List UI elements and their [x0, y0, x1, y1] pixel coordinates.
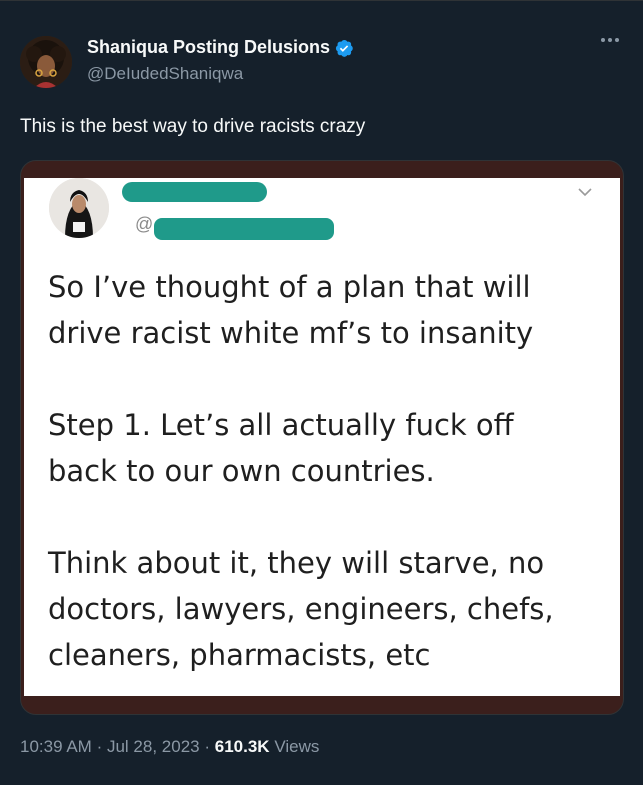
- embedded-paragraph: Step 1. Let’s all actually fuck off back…: [48, 408, 514, 488]
- embedded-handle-at: @: [135, 214, 154, 234]
- tweet-meta: 10:39 AM · Jul 28, 2023 · 610.3K Views: [20, 737, 319, 757]
- avatar-illustration: [20, 36, 72, 88]
- verified-badge-icon: [335, 39, 353, 57]
- meta-separator: ·: [204, 737, 211, 756]
- author-handle[interactable]: @DeIudedShaniqwa: [87, 64, 243, 84]
- more-dot: [601, 38, 605, 42]
- tweet-text: This is the best way to drive racists cr…: [20, 116, 366, 137]
- more-horizontal-icon[interactable]: [601, 38, 619, 42]
- tweet: Shaniqua Posting Delusions @DeIudedShani…: [0, 0, 643, 785]
- more-dot: [615, 38, 619, 42]
- tweet-time[interactable]: 10:39 AM: [20, 737, 92, 756]
- embedded-paragraph: So I’ve thought of a plan that will driv…: [48, 270, 534, 350]
- embedded-post-body: So I’ve thought of a plan that will driv…: [48, 264, 608, 714]
- tweet-date[interactable]: Jul 28, 2023: [107, 737, 200, 756]
- author-name[interactable]: Shaniqua Posting Delusions: [87, 37, 330, 58]
- chevron-down-icon: [578, 188, 592, 197]
- embedded-paragraph: Think about it, they will starve, no doc…: [48, 546, 554, 672]
- embedded-avatar-illustration: [49, 178, 109, 238]
- meta-separator: ·: [96, 737, 103, 756]
- redacted-handle: [154, 218, 334, 240]
- more-dot: [608, 38, 612, 42]
- embedded-screenshot: @ So I’ve thought of a plan that will dr…: [24, 178, 620, 696]
- views-count: 610.3K: [214, 737, 270, 756]
- embedded-avatar: [49, 178, 109, 238]
- author-name-row[interactable]: Shaniqua Posting Delusions: [87, 37, 354, 58]
- author-avatar[interactable]: [20, 36, 72, 88]
- tweet-media[interactable]: @ So I’ve thought of a plan that will dr…: [20, 160, 624, 715]
- top-divider: [0, 0, 643, 1]
- views-label: Views: [274, 737, 320, 756]
- redacted-display-name: [122, 182, 267, 202]
